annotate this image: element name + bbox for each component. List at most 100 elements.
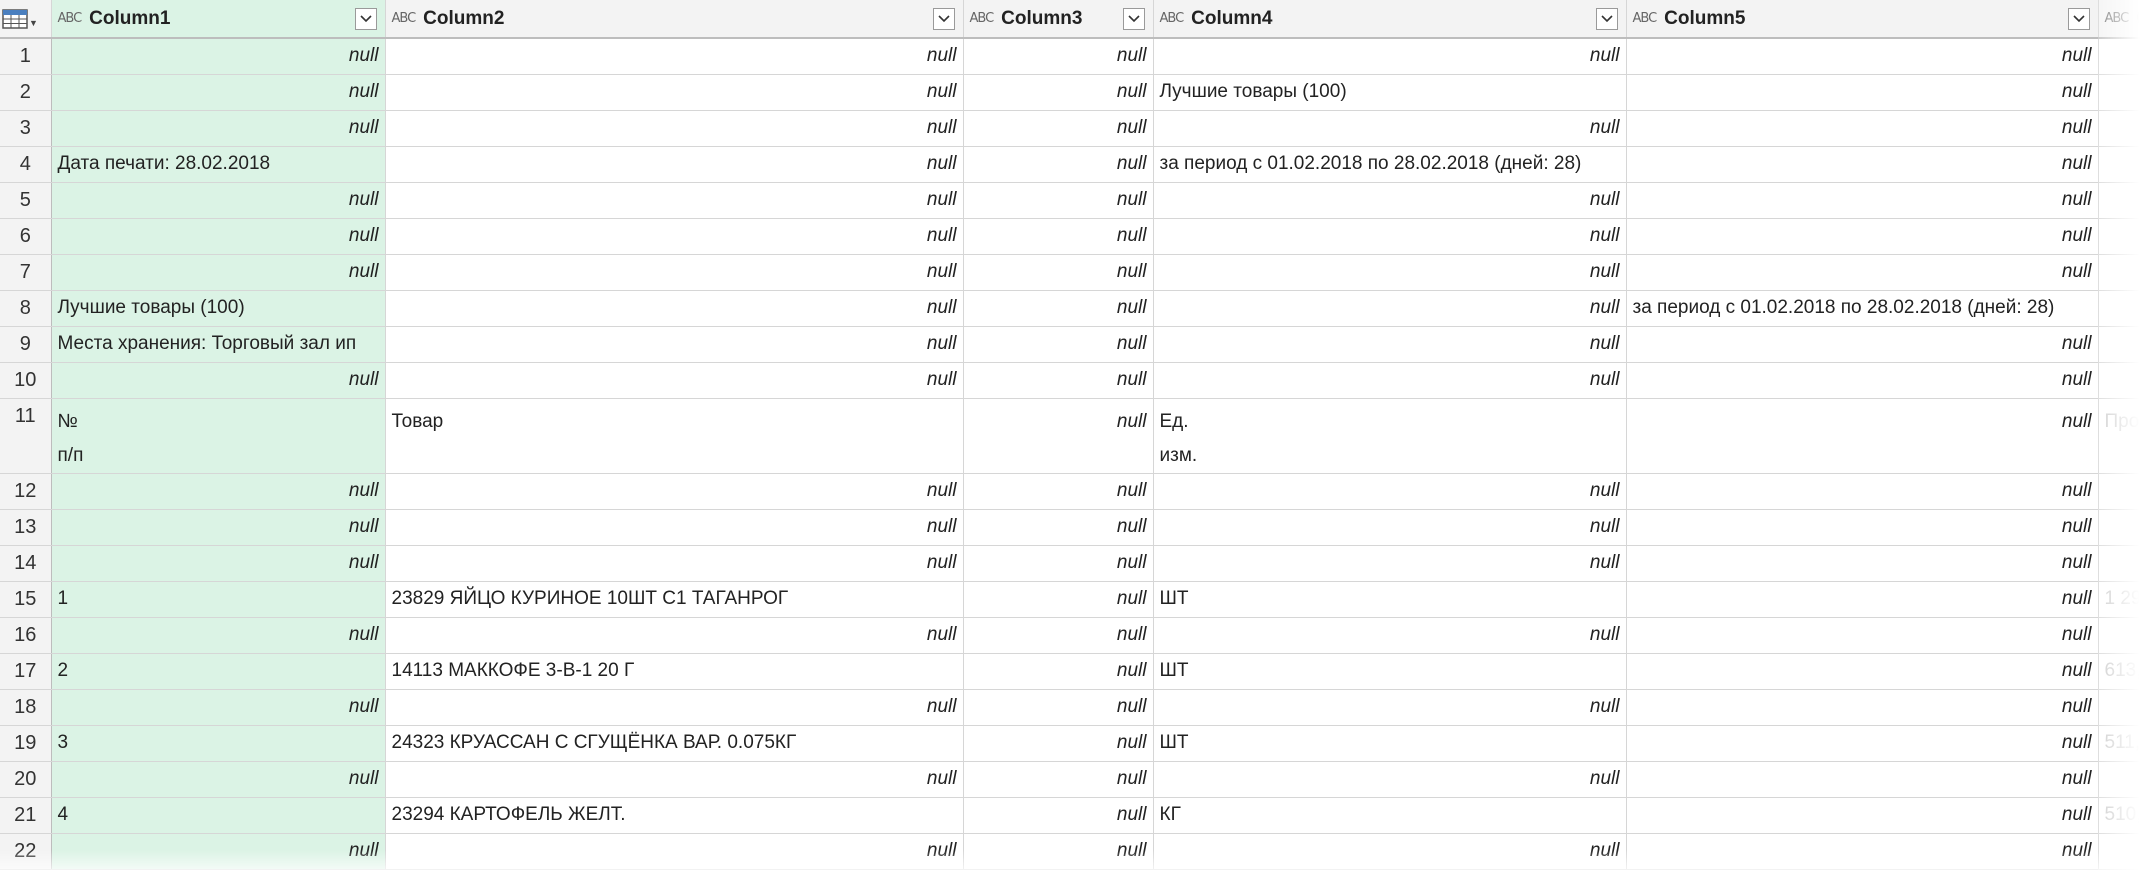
row-number[interactable]: 16 [0,617,52,654]
cell-column6[interactable] [2098,362,2147,399]
cell-column5[interactable]: null [1626,146,2099,183]
cell-column3[interactable]: null [963,473,1154,510]
text-type-icon[interactable]: ABC [58,11,83,26]
row-number[interactable]: 22 [0,833,52,870]
cell-column5[interactable]: null [1626,326,2099,363]
text-type-icon[interactable]: ABC [392,11,417,26]
cell-column6[interactable] [2098,290,2147,327]
row-number[interactable]: 12 [0,473,52,510]
cell-column6[interactable] [2098,833,2147,870]
cell-column5[interactable]: null [1626,398,2099,474]
cell-column2[interactable]: 23829 ЯЙЦО КУРИНОЕ 10ШТ С1 ТАГАНРОГ [385,581,964,618]
cell-column3[interactable]: null [963,146,1154,183]
cell-column4[interactable]: null [1153,689,1627,726]
filter-dropdown-button[interactable] [932,7,955,30]
cell-column1[interactable]: Дата печати: 28.02.2018 [51,146,386,183]
cell-column1[interactable]: null [51,254,386,291]
column-header-2[interactable]: ABC Column2 [385,0,964,39]
cell-column2[interactable]: null [385,833,964,870]
table-row[interactable]: 15 1 23829 ЯЙЦО КУРИНОЕ 10ШТ С1 ТАГАНРОГ nu… [0,581,2147,618]
cell-column3[interactable]: null [963,617,1154,654]
cell-column5[interactable]: за период с 01.02.2018 по 28.02.2018 (дн… [1626,290,2099,327]
cell-column6[interactable] [2098,326,2147,363]
cell-column3[interactable]: null [963,326,1154,363]
cell-column2[interactable]: null [385,509,964,546]
cell-column6[interactable] [2098,545,2147,582]
row-number[interactable]: 8 [0,290,52,327]
cell-column5[interactable]: null [1626,725,2099,762]
cell-column6[interactable] [2098,110,2147,147]
cell-column5[interactable]: null [1626,74,2099,111]
row-number[interactable]: 2 [0,74,52,111]
text-type-icon[interactable]: ABC [1160,11,1185,26]
cell-column1[interactable]: null [51,509,386,546]
table-row[interactable]: 9 Места хранения: Торговый зал ип null null… [0,326,2147,363]
cell-column4[interactable]: null [1153,290,1627,327]
row-number[interactable]: 20 [0,761,52,798]
cell-column2[interactable]: null [385,545,964,582]
cell-column1[interactable]: null [51,545,386,582]
filter-dropdown-button[interactable] [1595,7,1618,30]
cell-column2[interactable]: null [385,38,964,75]
cell-column4[interactable]: null [1153,110,1627,147]
cell-column4[interactable]: ШТ [1153,725,1627,762]
cell-column3[interactable]: null [963,398,1154,474]
table-row[interactable]: 8 Лучшие товары (100) null null null за перио… [0,290,2147,327]
cell-column2[interactable]: null [385,617,964,654]
cell-column3[interactable]: null [963,689,1154,726]
cell-column6[interactable]: Про [2098,398,2147,474]
filter-dropdown-button[interactable] [2067,7,2090,30]
table-row[interactable]: 18 null null null null null [0,689,2147,726]
cell-column4[interactable]: null [1153,473,1627,510]
text-type-icon[interactable]: ABC [970,11,995,26]
cell-column2[interactable]: null [385,689,964,726]
cell-column2[interactable]: null [385,218,964,255]
column-header-6[interactable]: ABC C [2098,0,2147,39]
cell-column3[interactable]: null [963,182,1154,219]
cell-column3[interactable]: null [963,290,1154,327]
cell-column3[interactable]: null [963,110,1154,147]
row-number[interactable]: 3 [0,110,52,147]
cell-column1[interactable]: null [51,761,386,798]
filter-dropdown-button[interactable] [354,7,377,30]
cell-column1[interactable]: Лучшие товары (100) [51,290,386,327]
cell-column6[interactable] [2098,689,2147,726]
table-row[interactable]: 3 null null null null null [0,110,2147,147]
row-number[interactable]: 14 [0,545,52,582]
cell-column1[interactable]: null [51,833,386,870]
cell-column3[interactable]: null [963,653,1154,690]
cell-column2[interactable]: null [385,254,964,291]
table-row[interactable]: 10 null null null null null [0,362,2147,399]
cell-column2[interactable]: 23294 КАРТОФЕЛЬ ЖЕЛТ. [385,797,964,834]
row-number[interactable]: 21 [0,797,52,834]
table-row[interactable]: 11 № п/п Товар null Ед. изм. null Про [0,398,2147,474]
cell-column1[interactable]: null [51,218,386,255]
cell-column4[interactable]: null [1153,362,1627,399]
cell-column3[interactable]: null [963,362,1154,399]
cell-column5[interactable]: null [1626,581,2099,618]
table-row[interactable]: 1 null null null null null [0,38,2147,75]
cell-column6[interactable]: 511, [2098,725,2147,762]
text-type-icon[interactable]: ABC [1633,11,1658,26]
row-number[interactable]: 4 [0,146,52,183]
filter-dropdown-button[interactable] [1122,7,1145,30]
cell-column3[interactable]: null [963,725,1154,762]
cell-column6[interactable] [2098,146,2147,183]
column-header-3[interactable]: ABC Column3 [963,0,1154,39]
cell-column2[interactable]: null [385,362,964,399]
cell-column3[interactable]: null [963,509,1154,546]
cell-column6[interactable]: 1 29 [2098,581,2147,618]
table-row[interactable]: 17 2 14113 МАККОФЕ 3-В-1 20 Гnull ШТ null 613… [0,653,2147,690]
cell-column6[interactable] [2098,74,2147,111]
cell-column1[interactable]: null [51,182,386,219]
table-menu-button[interactable]: ▼ [0,0,52,39]
cell-column2[interactable]: null [385,473,964,510]
cell-column5[interactable]: null [1626,362,2099,399]
cell-column5[interactable]: null [1626,182,2099,219]
cell-column4[interactable]: null [1153,38,1627,75]
cell-column5[interactable]: null [1626,797,2099,834]
cell-column6[interactable] [2098,617,2147,654]
cell-column1[interactable]: 4 [51,797,386,834]
cell-column1[interactable]: null [51,74,386,111]
cell-column4[interactable]: null [1153,182,1627,219]
